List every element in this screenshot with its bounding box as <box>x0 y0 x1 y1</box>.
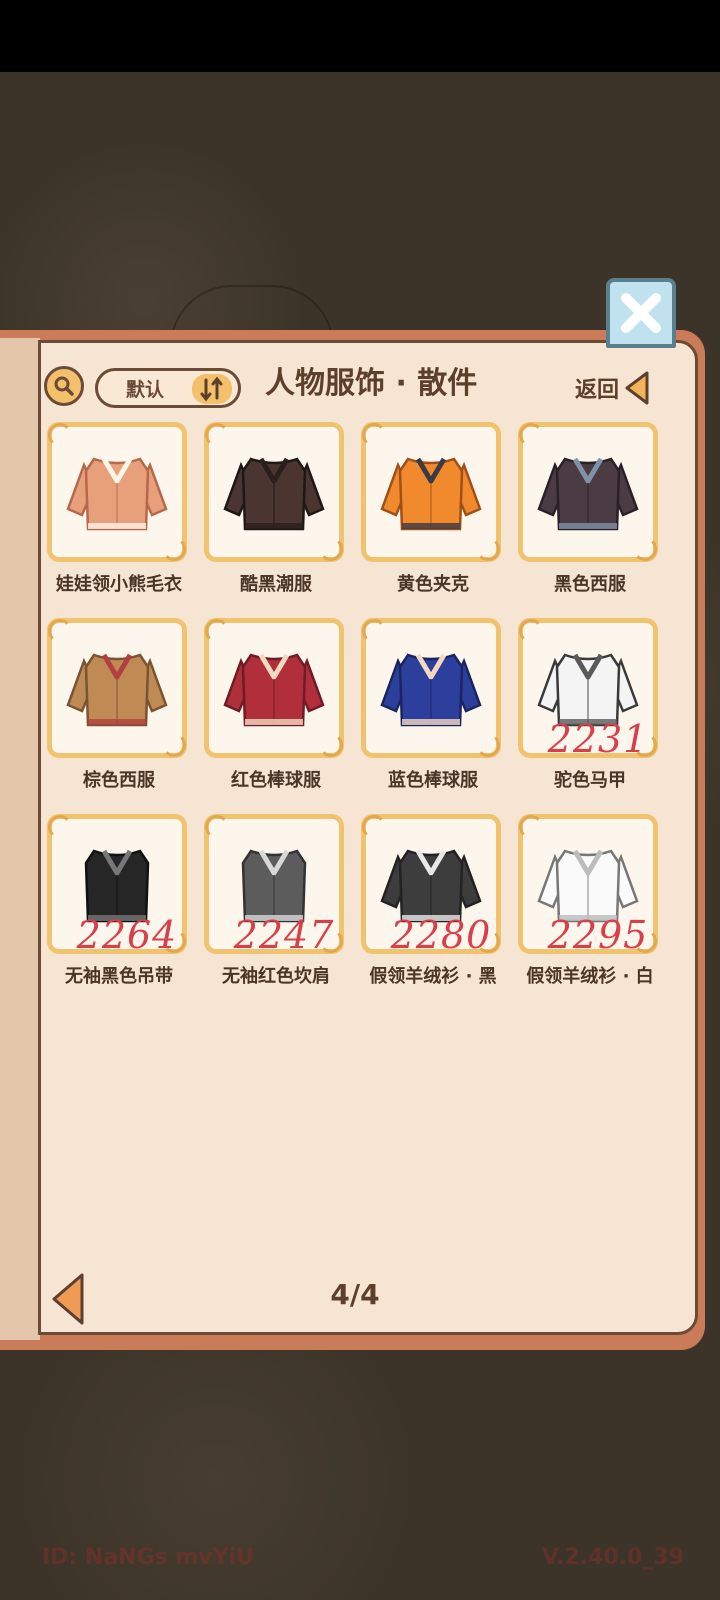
item-frame: 2264 <box>47 814 187 955</box>
back-button[interactable]: 返回 <box>575 368 665 408</box>
sort-icon <box>192 374 232 404</box>
back-label: 返回 <box>575 378 620 403</box>
red-baseball-jacket-icon <box>219 633 329 743</box>
sort-label: 默认 <box>126 378 165 401</box>
item-slot[interactable]: 黑色西服 <box>515 422 665 612</box>
item-label: 酷黑潮服 <box>240 574 312 595</box>
item-slot[interactable]: 2280 假领羊绒衫 · 黑 <box>358 814 508 1004</box>
yellow-jacket-icon <box>376 437 486 547</box>
item-label: 无袖红色坎肩 <box>222 966 330 987</box>
item-label: 红色棒球服 <box>231 770 321 791</box>
price-tag: 2231 <box>547 717 649 761</box>
item-slot[interactable]: 蓝色棒球服 <box>358 618 508 808</box>
item-slot[interactable]: 红色棒球服 <box>201 618 351 808</box>
close-button[interactable] <box>606 278 676 348</box>
price-tag: 2247 <box>233 913 335 957</box>
price-tag: 2264 <box>76 913 178 957</box>
sort-button[interactable]: 默认 <box>95 368 241 408</box>
back-arrow-icon <box>625 371 649 405</box>
item-label: 黄色夹克 <box>397 574 469 595</box>
item-frame: 2231 <box>518 618 658 759</box>
item-slot[interactable]: 2231 驼色马甲 <box>515 618 665 808</box>
page-indicator: 4/4 <box>330 1278 380 1311</box>
black-gloves-outfit-icon <box>219 437 329 547</box>
item-frame <box>47 618 187 758</box>
item-slot[interactable]: 娃娃领小熊毛衣 <box>44 422 194 612</box>
item-frame <box>361 618 501 758</box>
item-frame <box>361 422 501 562</box>
item-slot[interactable]: 2264 无袖黑色吊带 <box>44 814 194 1004</box>
item-slot[interactable]: 2247 无袖红色坎肩 <box>201 814 351 1004</box>
search-icon <box>54 376 74 396</box>
item-slot[interactable]: 2295 假领羊绒衫 · 白 <box>515 814 665 1004</box>
item-label: 蓝色棒球服 <box>388 770 478 791</box>
item-label: 驼色马甲 <box>554 770 626 791</box>
item-frame: 2247 <box>204 814 344 955</box>
black-suit-icon <box>533 437 643 547</box>
prev-page-button[interactable] <box>50 1272 86 1326</box>
item-label: 娃娃领小熊毛衣 <box>56 574 182 595</box>
item-frame <box>204 618 344 758</box>
item-frame <box>47 422 187 562</box>
price-tag: 2280 <box>390 913 492 957</box>
item-slot[interactable]: 棕色西服 <box>44 618 194 808</box>
item-frame: 2295 <box>518 814 658 955</box>
item-slot[interactable]: 酷黑潮服 <box>201 422 351 612</box>
version-label: V.2.40.0_39 <box>542 1545 685 1570</box>
item-label: 假领羊绒衫 · 黑 <box>369 966 497 987</box>
item-label: 黑色西服 <box>554 574 626 595</box>
player-id: ID: NaNGs mvYiU <box>42 1545 254 1570</box>
search-button[interactable] <box>44 366 84 406</box>
blue-baseball-jacket-icon <box>376 633 486 743</box>
item-frame <box>204 422 344 562</box>
status-bar <box>0 0 720 72</box>
item-label: 无袖黑色吊带 <box>65 966 173 987</box>
book-spine <box>0 338 40 1340</box>
page-title: 人物服饰 · 散件 <box>265 366 478 401</box>
item-label: 棕色西服 <box>83 770 155 791</box>
brown-suit-icon <box>62 633 172 743</box>
bear-sweater-icon <box>62 437 172 547</box>
item-frame: 2280 <box>361 814 501 955</box>
item-frame <box>518 422 658 562</box>
close-icon <box>621 293 661 333</box>
item-slot[interactable]: 黄色夹克 <box>358 422 508 612</box>
price-tag: 2295 <box>547 913 649 957</box>
item-label: 假领羊绒衫 · 白 <box>526 966 654 987</box>
